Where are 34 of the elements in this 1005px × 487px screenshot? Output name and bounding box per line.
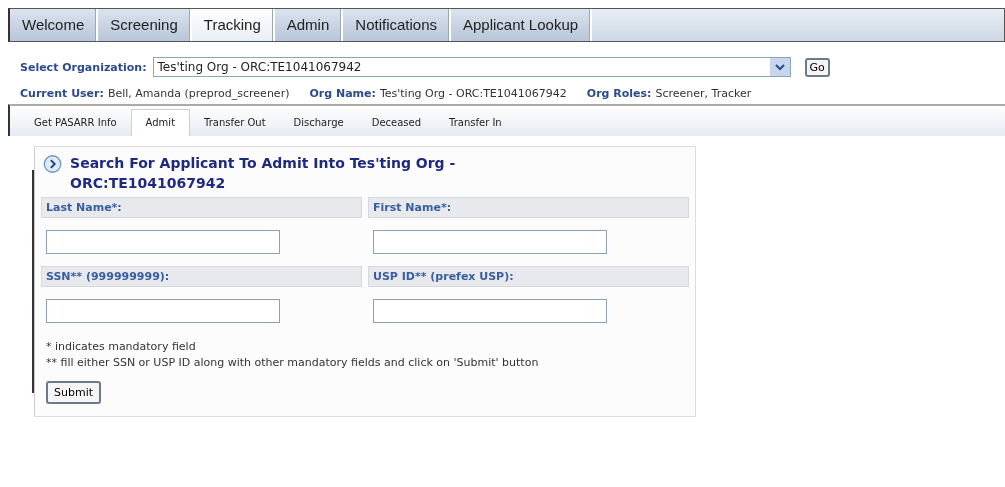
info-value: Bell, Amanda (preprod_screener) — [107, 87, 290, 100]
sub-tab[interactable]: Deceased — [357, 110, 436, 136]
sub-tab[interactable]: Transfer In — [435, 110, 516, 136]
nav-tab[interactable]: Welcome — [10, 9, 99, 41]
input-field[interactable] — [373, 230, 607, 254]
field-label: SSN** (999999999): — [41, 266, 362, 287]
info-value: Tes'ting Org - ORC:TE1041067942 — [379, 87, 567, 100]
note-text: * indicates mandatory field — [46, 339, 197, 355]
form-title: Search For Applicant To Admit Into Tes'ting Org - ORC:TE1041067942 — [70, 154, 457, 193]
info-label: Org Name: — [309, 87, 376, 100]
input-field[interactable] — [373, 299, 607, 323]
field-label: First Name*: — [368, 197, 689, 218]
nav-tab[interactable]: Tracking — [191, 9, 275, 41]
go-button[interactable]: Go — [804, 57, 830, 77]
nav-tab[interactable]: Admin — [274, 9, 344, 41]
nav-tab[interactable]: Screening — [98, 9, 192, 41]
note-text: ** fill either SSN or USP ID along with other mandatory fields and click on 'Submit' button — [46, 355, 540, 371]
organization-dropdown[interactable]: Tes'ting Org - ORC:TE1041067942 — [152, 57, 791, 77]
nav-tab[interactable]: Applicant Lookup — [451, 9, 593, 41]
input-field[interactable] — [46, 299, 280, 323]
sub-tab[interactable]: Discharge — [279, 110, 358, 136]
caret-icon — [769, 58, 790, 76]
field-label: Last Name*: — [41, 197, 362, 218]
field-label: Select Organization: — [20, 60, 147, 74]
info-value: Screener, Tracker — [655, 87, 752, 100]
sub-tab[interactable]: Transfer Out — [190, 110, 280, 136]
sub-tab[interactable]: Admit — [130, 109, 191, 136]
info-label: Org Roles: — [586, 87, 652, 100]
info-label: Current User: — [20, 87, 104, 100]
field-label: USP ID** (prefex USP): — [368, 266, 689, 287]
sub-tab[interactable]: Get PASARR Info — [20, 110, 131, 136]
nav-tab[interactable]: Notifications — [343, 9, 451, 41]
submit-button[interactable]: Submit — [46, 381, 102, 404]
input-field[interactable] — [46, 230, 280, 254]
